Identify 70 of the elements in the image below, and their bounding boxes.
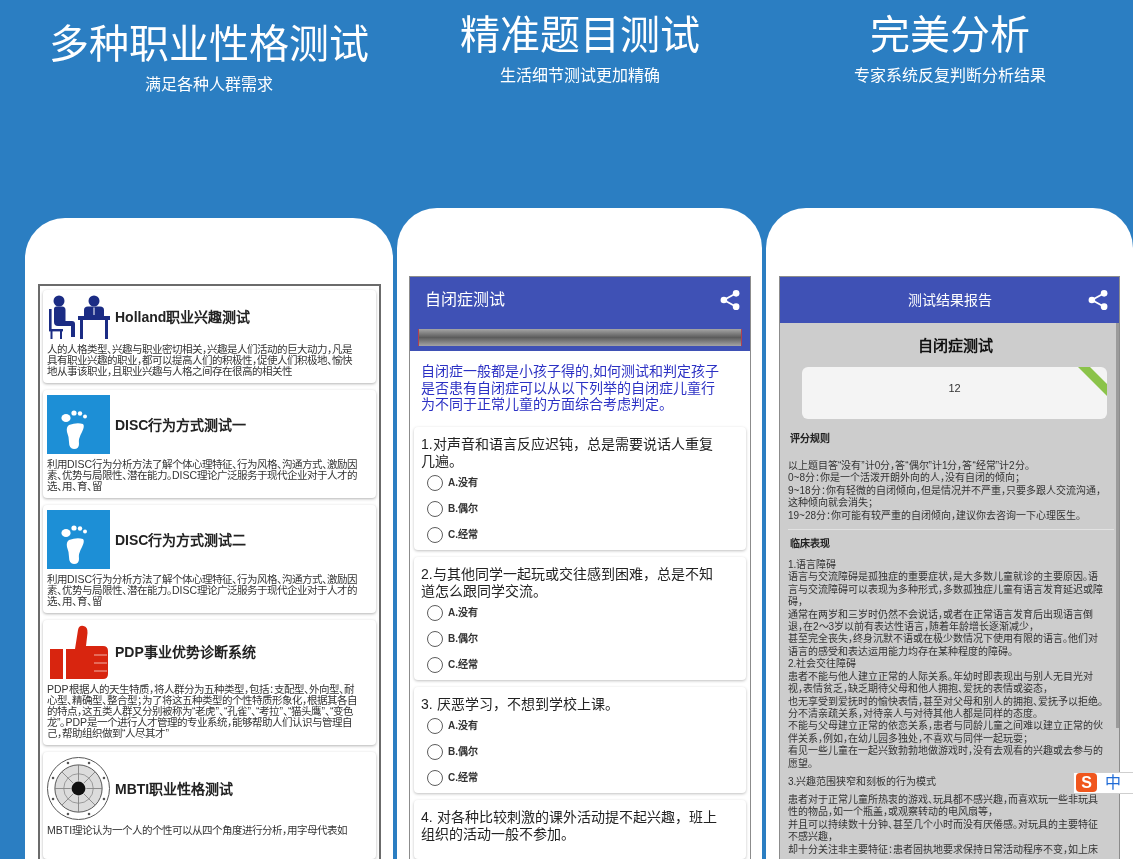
test-title: PDP事业优势诊断系统: [115, 643, 256, 661]
radio-option[interactable]: B.偶尔: [427, 738, 478, 765]
report-paragraph: 0~8分：你是一个活泼开朗外向的人，没有自闭的倾向；: [788, 472, 1020, 484]
report-paragraph: 也无享受到爱抚时的愉快表情，甚至对父母和别人的拥抱、爱抚予以拒绝。: [788, 695, 1103, 708]
report-paragraph: 不能与父母建立正常的依恋关系，患者与同龄儿童之间难以建立正常的伙伴关系，例如，在幼儿园多独处，不喜欢与同伴一起玩耍；: [788, 720, 1104, 745]
footprint-icon: [47, 395, 110, 454]
report-paragraph: 语言与交流障碍是孤独症的重要症状，是大多数儿童就诊的主要原因。语言与交流障碍可以表现为多种形式，多数孤独症儿童有语言发育延迟或障碍，: [788, 571, 1104, 609]
test-card[interactable]: PDP事业优势诊断系统 PDP根据人的天生特质，将人群分为五种类型，包括：支配型、外向型、耐心型、精确型、整合型；为了将这五种类型的个性特质形象化，根据其各自的特点，这五类人群又分别被称为“老虎”、“孔雀”、“考拉”、“猫头鹰”、“变色龙”。PDP是一个进行人才管理的专业系统，能够帮助人们认识与管理自己，帮助组织做到“人尽其才”: [43, 620, 376, 745]
intro-text: 自闭症一般都是小孩子得的,如何测试和判定孩子是否患有自闭症可以从以下列举的自闭症儿童行为不同于正常儿童的方面综合考虑判定。: [421, 363, 720, 413]
test-card[interactable]: MBTI职业性格测试 MBTI理论认为一个人的个性可以从四个角度进行分析，用字母代表如: [43, 752, 376, 859]
score-value: 12: [948, 381, 961, 395]
scrollbar-thumb[interactable]: [1116, 323, 1119, 728]
section-heading: 评分规则: [790, 433, 830, 445]
banner-subtitle: 专家系统反复判断分析结果: [853, 66, 1046, 86]
ime-logo: S: [1076, 773, 1097, 793]
radio-option[interactable]: B.偶尔: [427, 495, 478, 522]
report-paragraph: 9~18分：你有轻微的自闭倾向，但是情况并不严重，只要多跟人交流沟通，这种倾向就会消失；: [788, 484, 1102, 510]
banner-subtitle: 生活细节测试更加精确: [499, 66, 660, 86]
share-icon[interactable]: [1088, 290, 1108, 310]
test-title: DISC行为方式测试二: [115, 530, 247, 549]
report-paragraph: 1.语言障碍: [788, 559, 837, 571]
thumbs-up-icon: [49, 625, 108, 679]
report-paragraph: 患者对于正常儿童所热衷的游戏、玩具都不感兴趣，而喜欢玩一些非玩具性的物品，如一个瓶盖，或观察转动的电风扇等，: [788, 793, 1099, 819]
test-title: MBTI职业性格测试: [115, 779, 234, 798]
radio-option[interactable]: A.没有: [427, 599, 478, 626]
share-icon[interactable]: [720, 290, 740, 310]
app-bar-title: 测试结果报告: [907, 290, 992, 310]
radio-option[interactable]: C.经常: [427, 521, 478, 548]
footprint-icon: [47, 510, 110, 569]
test-card[interactable]: DISC行为方式测试一 利用DISC行为分析方法了解个体心理特征、行为风格、沟通方式、激励因素、优势与局限性、潜在能力。DISC理论广泛服务于现代企业对于人才的选、用、育、留: [43, 390, 376, 498]
radio-option[interactable]: A.没有: [427, 469, 478, 496]
circular-diagram-icon: [47, 757, 110, 820]
report-paragraph: 甚至完全丧失，终身沉默不语或在极少数情况下使用有限的语言。他们对语言的感受和表达运用能力均存在某种程度的障碍。: [788, 633, 1099, 658]
test-description: 利用DISC行为分析方法了解个体心理特征、行为风格、沟通方式、激励因素、优势与局限性、潜在能力。DISC理论广泛服务于现代企业对于人才的选、用、育、留: [47, 459, 359, 492]
input-mode-toggle[interactable]: 中: [1105, 774, 1121, 791]
people-at-desk-icon: [47, 295, 110, 339]
test-title: Holland职业兴趣测试: [115, 308, 251, 326]
radio-option[interactable]: A.没有: [427, 712, 478, 739]
test-description: 利用DISC行为分析方法了解个体心理特征、行为风格、沟通方式、激励因素、优势与局限性、潜在能力。DISC理论广泛服务于现代企业对于人才的选、用、育、留: [47, 574, 359, 607]
test-description: MBTI理论认为一个人的个性可以从四个角度进行分析，用字母代表如: [47, 825, 349, 836]
report-paragraph: 2.社会交往障碍: [788, 658, 857, 671]
test-title: DISC行为方式测试一: [115, 415, 247, 434]
test-card[interactable]: DISC行为方式测试二 利用DISC行为分析方法了解个体心理特征、行为风格、沟通方式、激励因素、优势与局限性、潜在能力。DISC理论广泛服务于现代企业对于人才的选、用、育、留: [43, 505, 376, 613]
corner-ribbon-icon: [1078, 367, 1107, 396]
test-name: 自闭症测试: [916, 336, 993, 356]
report-paragraph: 并且可以持续数十分钟、甚至几个小时而没有厌倦感。对玩具的主要特征不感兴趣，: [788, 818, 1099, 844]
app-bar-title: 自闭症测试: [425, 290, 505, 310]
question-text: 1.对声音和语言反应迟钝，总是需要说话人重复几遍。: [421, 435, 714, 470]
test-card[interactable]: Holland职业兴趣测试 人的人格类型、兴趣与职业密切相关，兴趣是人们活动的巨大动力，凡是具有职业兴趣的职业，都可以提高人们的积极性，促使人们积极地、愉快地从事该职业，且职业兴趣与人格之间存在很高的相关性: [43, 290, 376, 383]
radio-option[interactable]: C.经常: [427, 651, 478, 678]
report-paragraph: 看见一些儿童在一起兴致勃勃地做游戏时，没有去观看的兴趣或去参与的愿望。: [788, 745, 1104, 770]
report-paragraph: 3.兴趣范围狭窄和刻板的行为模式: [788, 775, 937, 789]
banner-title: 多种职业性格测试: [49, 22, 369, 66]
report-paragraph: 分不清亲疏关系，对待亲人与对待其他人都是同样的态度。: [788, 707, 1038, 720]
report-paragraph: 以上题目答“没有”计0分，答“偶尔”计1分，答“经常”计2分。: [788, 460, 1030, 472]
banner-title: 精准题目测试: [459, 13, 700, 57]
question-text: 2.与其他同学一起玩或交往感到困难，总是不知道怎么跟同学交流。: [421, 565, 714, 600]
radio-option[interactable]: B.偶尔: [427, 625, 478, 652]
test-description: 人的人格类型、兴趣与职业密切相关，兴趣是人们活动的巨大动力，凡是具有职业兴趣的职业，都可以提高人们的积极性，促使人们积极地、愉快地从事该职业，且职业兴趣与人格之间存在很高的相关性: [47, 344, 353, 377]
radio-option[interactable]: C.经常: [427, 764, 478, 791]
test-description: PDP根据人的天生特质，将人群分为五种类型，包括：支配型、外向型、耐心型、精确型、整合型；为了将这五种类型的个性特质形象化，根据其各自的特点，这五类人群又分别被称为“老虎”、“孔雀”、“考拉”、“猫头鹰”、“变色龙”。PDP是一个进行人才管理的专业系统，能够帮助人们认识与管理自己，帮助组织做到“人尽其才”: [47, 684, 358, 739]
banner-title: 完美分析: [869, 13, 1030, 57]
report-paragraph: 患者不能与他人建立正常的人际关系。年幼时即表现出与别人无目光对视，表情贫乏，缺乏期待父母和他人拥抱、爱抚的表情或姿态，: [788, 670, 1094, 695]
report-paragraph: 却十分关注非主要特征：患者固执地要求保持日常活动程序不变，如上床: [788, 843, 1098, 856]
banner-subtitle: 满足各种人群需求: [145, 75, 273, 95]
question-text: 4. 对各种比较刺激的课外活动提不起兴趣，班上组织的活动一般不参加。: [421, 808, 718, 843]
report-paragraph: 通常在两岁和三岁时仍然不会说话，或者在正常语言发育后出现语言倒退，在2～3岁以前有表达性语言，随着年龄增长逐渐减少，: [788, 608, 1094, 633]
section-heading: 临床表现: [790, 538, 830, 551]
question-text: 3. 厌恶学习，不想到学校上课。: [421, 695, 620, 713]
report-paragraph: 19~28分：你可能有较严重的自闭倾向，建议你去咨询一下心理医生。: [788, 509, 1082, 523]
